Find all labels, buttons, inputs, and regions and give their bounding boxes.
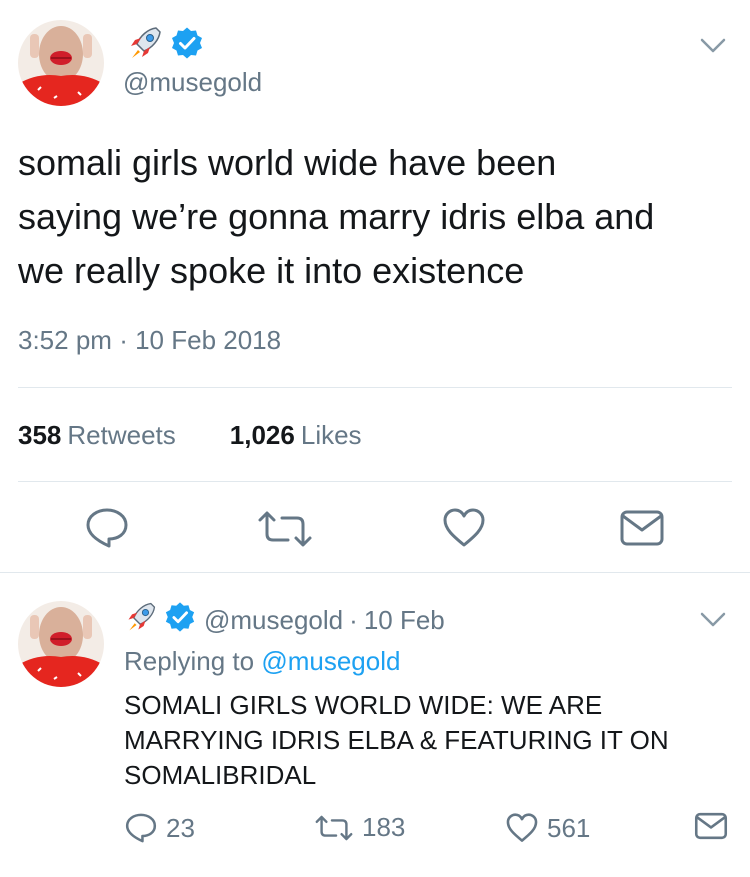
reply-reply-action[interactable]: 23 bbox=[124, 812, 195, 844]
reply-date[interactable]: 10 Feb bbox=[364, 605, 445, 636]
timestamp-separator: · bbox=[119, 325, 128, 355]
likes-count: 1,026 bbox=[229, 420, 295, 450]
author-handle[interactable]: @musegold bbox=[123, 67, 262, 98]
like-icon bbox=[505, 812, 539, 844]
verified-badge-icon bbox=[170, 26, 204, 60]
tweet-timestamp[interactable]: 3:52 pm · 10 Feb 2018 bbox=[18, 325, 281, 356]
likes-label: Likes bbox=[300, 420, 362, 450]
reply-date-separator: · bbox=[349, 605, 358, 635]
verified-badge-icon bbox=[164, 601, 196, 640]
direct-message-icon[interactable] bbox=[619, 509, 665, 547]
reply-icon bbox=[124, 812, 158, 844]
reply-retweet-action[interactable]: 183 bbox=[314, 812, 405, 843]
direct-message-icon bbox=[694, 812, 728, 840]
likes-stat[interactable]: 1,026 Likes bbox=[230, 420, 362, 451]
reply-count: 23 bbox=[166, 812, 195, 843]
retweet-icon[interactable] bbox=[256, 510, 314, 548]
divider bbox=[18, 387, 732, 388]
tweet-date: 10 Feb 2018 bbox=[135, 325, 282, 355]
chevron-down-icon[interactable] bbox=[699, 37, 727, 55]
header-badges bbox=[126, 24, 204, 62]
retweet-icon bbox=[314, 814, 354, 842]
tweet-text: somali girls world wide have been saying… bbox=[18, 142, 655, 291]
reply-like-action[interactable]: 561 bbox=[505, 812, 590, 844]
reply-tweet-text: SOMALI GIRLS WORLD WIDE: WE ARE MARRYING… bbox=[124, 690, 669, 790]
chevron-down-icon[interactable] bbox=[699, 611, 727, 629]
rocket-emoji-icon bbox=[124, 600, 158, 641]
divider bbox=[18, 481, 732, 482]
section-divider bbox=[0, 572, 750, 573]
reply-dm-action[interactable] bbox=[694, 812, 728, 840]
reply-author-handle[interactable]: @musegold bbox=[204, 605, 343, 636]
avatar-reply[interactable] bbox=[18, 601, 104, 687]
replying-to: Replying to @musegold bbox=[124, 646, 400, 677]
rocket-emoji-icon bbox=[126, 24, 164, 62]
engagement-stats: 358 Retweets 1,026 Likes bbox=[18, 420, 362, 451]
retweets-stat[interactable]: 358 Retweets bbox=[18, 420, 176, 451]
replying-to-label: Replying to bbox=[124, 646, 255, 676]
tweet-time: 3:52 pm bbox=[18, 325, 112, 355]
retweets-count: 358 bbox=[18, 420, 62, 450]
reply-icon[interactable] bbox=[84, 506, 130, 550]
like-count: 561 bbox=[547, 812, 591, 843]
like-icon[interactable] bbox=[441, 507, 487, 549]
replying-to-handle[interactable]: @musegold bbox=[261, 646, 400, 676]
retweet-count: 183 bbox=[362, 812, 406, 842]
reply-header: @musegold · 10 Feb bbox=[124, 600, 445, 641]
retweets-label: Retweets bbox=[67, 420, 176, 450]
avatar-main[interactable] bbox=[18, 20, 104, 106]
